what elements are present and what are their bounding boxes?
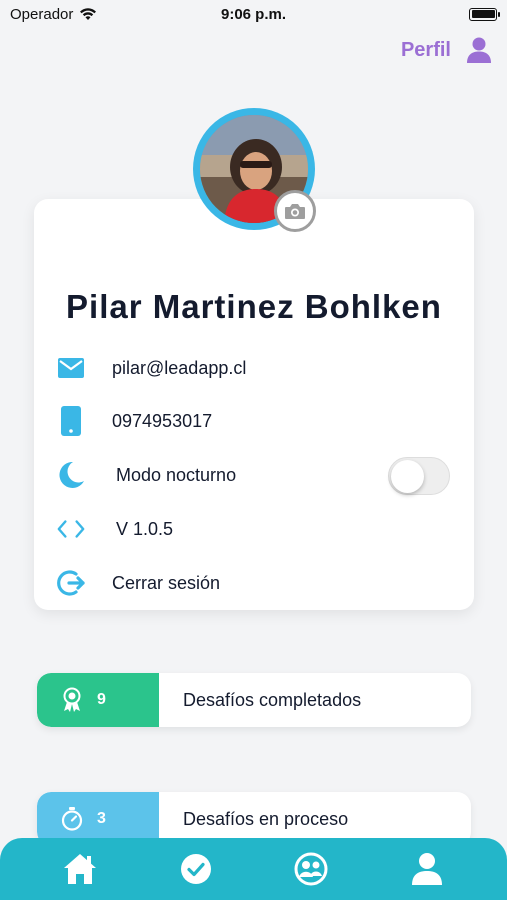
version-value: V 1.0.5 <box>116 518 174 539</box>
profile-name: Pilar Martinez Bohlken <box>66 288 442 325</box>
tab-bar <box>0 838 507 900</box>
logout-icon <box>56 568 86 598</box>
award-icon <box>63 687 81 712</box>
version-row: V 1.0.5 <box>56 514 173 544</box>
community-icon <box>294 852 328 886</box>
page-title: Perfil <box>400 38 451 61</box>
email-row: pilar@leadapp.cl <box>56 353 246 383</box>
profile-icon <box>412 853 443 885</box>
logout-label: Cerrar sesión <box>112 572 221 593</box>
status-bar: Operador 9:06 p.m. <box>0 0 507 28</box>
header-profile-button[interactable]: Perfil <box>401 36 493 64</box>
stat-completed[interactable]: 9 Desafíos completados <box>37 673 471 727</box>
logout-row[interactable]: Cerrar sesión <box>56 568 220 598</box>
home-icon <box>63 854 96 884</box>
battery-icon <box>469 7 500 21</box>
night-mode-label: Modo nocturno <box>116 464 237 485</box>
camera-icon <box>285 204 305 219</box>
stat-in-progress-label: Desafíos en proceso <box>183 808 349 829</box>
stat-in-progress-count: 3 <box>97 810 106 827</box>
tab-profile[interactable] <box>404 846 450 892</box>
mail-icon <box>56 353 86 383</box>
moon-icon <box>56 460 86 490</box>
stat-completed-badge: 9 <box>37 673 159 727</box>
night-mode-toggle[interactable] <box>388 457 450 495</box>
night-mode-row: Modo nocturno <box>56 460 236 490</box>
stat-completed-label: Desafíos completados <box>183 689 362 710</box>
clock: 9:06 p.m. <box>220 5 287 23</box>
phone-value: 0974953017 <box>112 410 213 431</box>
tab-home[interactable] <box>57 846 103 892</box>
tab-community[interactable] <box>288 846 334 892</box>
toggle-knob <box>391 460 424 493</box>
code-icon <box>56 514 86 544</box>
email-value: pilar@leadapp.cl <box>112 357 247 378</box>
change-photo-button[interactable] <box>274 190 316 232</box>
phone-row: 0974953017 <box>56 406 212 436</box>
stat-completed-count: 9 <box>97 691 106 708</box>
check-icon <box>180 854 211 884</box>
tab-challenges[interactable] <box>173 846 219 892</box>
phone-icon <box>56 406 86 436</box>
profile-card: Pilar Martinez Bohlken pilar@leadapp.cl … <box>34 199 474 610</box>
user-icon <box>467 37 491 63</box>
timer-icon <box>61 807 83 831</box>
